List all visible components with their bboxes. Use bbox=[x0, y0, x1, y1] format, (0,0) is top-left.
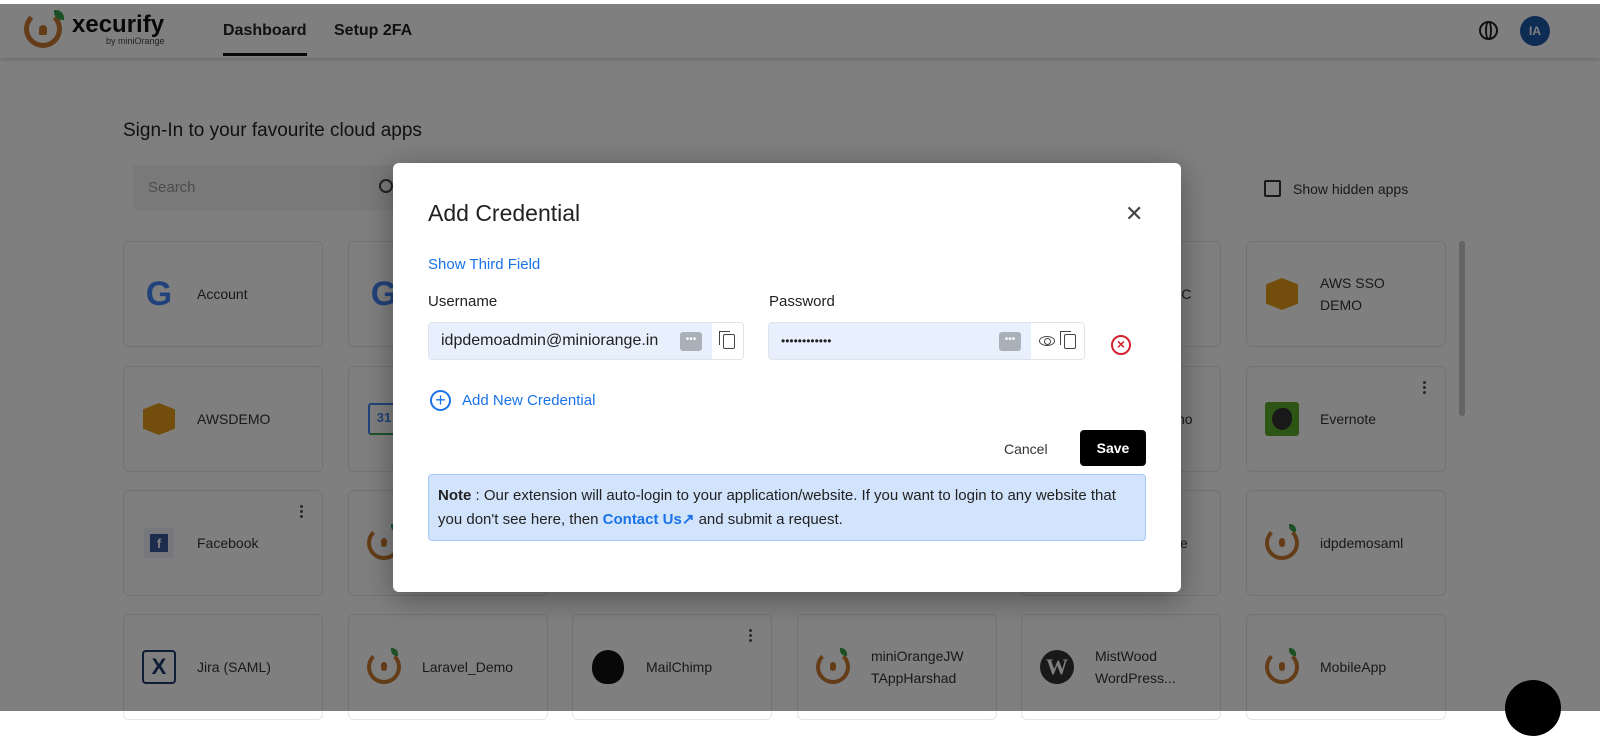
add-credential-dialog: Add Credential ✕ Show Third Field Userna… bbox=[393, 163, 1181, 592]
copy-icon[interactable] bbox=[719, 330, 735, 349]
close-icon[interactable]: ✕ bbox=[1125, 201, 1143, 227]
password-value: •••••••••••• bbox=[781, 334, 832, 348]
password-label: Password bbox=[769, 293, 835, 310]
contact-us-link[interactable]: Contact Us bbox=[603, 511, 682, 528]
username-label: Username bbox=[428, 293, 498, 310]
username-value: idpdemoadmin@miniorange.in bbox=[441, 332, 659, 349]
copy-icon[interactable] bbox=[1060, 330, 1076, 349]
password-manager-icon[interactable]: ••• bbox=[680, 332, 702, 351]
password-field[interactable]: •••••••••••• ••• bbox=[768, 322, 1085, 360]
top-band bbox=[0, 0, 1600, 4]
password-manager-icon[interactable]: ••• bbox=[999, 332, 1021, 351]
add-new-credential-label: Add New Credential bbox=[462, 392, 596, 409]
note-label: Note bbox=[438, 487, 472, 504]
save-button[interactable]: Save bbox=[1080, 430, 1146, 466]
dialog-title: Add Credential bbox=[428, 200, 581, 226]
show-third-field-link[interactable]: Show Third Field bbox=[428, 256, 540, 273]
eye-icon[interactable] bbox=[1039, 336, 1055, 346]
external-link-icon[interactable]: ↗ bbox=[682, 511, 695, 528]
username-field[interactable]: idpdemoadmin@miniorange.in ••• bbox=[428, 322, 744, 360]
add-new-credential-button[interactable]: + Add New Credential bbox=[430, 390, 595, 411]
remove-credential-icon[interactable]: × bbox=[1111, 335, 1131, 355]
cancel-button[interactable]: Cancel bbox=[990, 431, 1062, 467]
note-box: Note : Our extension will auto-login to … bbox=[428, 474, 1146, 541]
plus-circle-icon: + bbox=[430, 390, 451, 411]
note-text-end: and submit a request. bbox=[694, 511, 843, 528]
